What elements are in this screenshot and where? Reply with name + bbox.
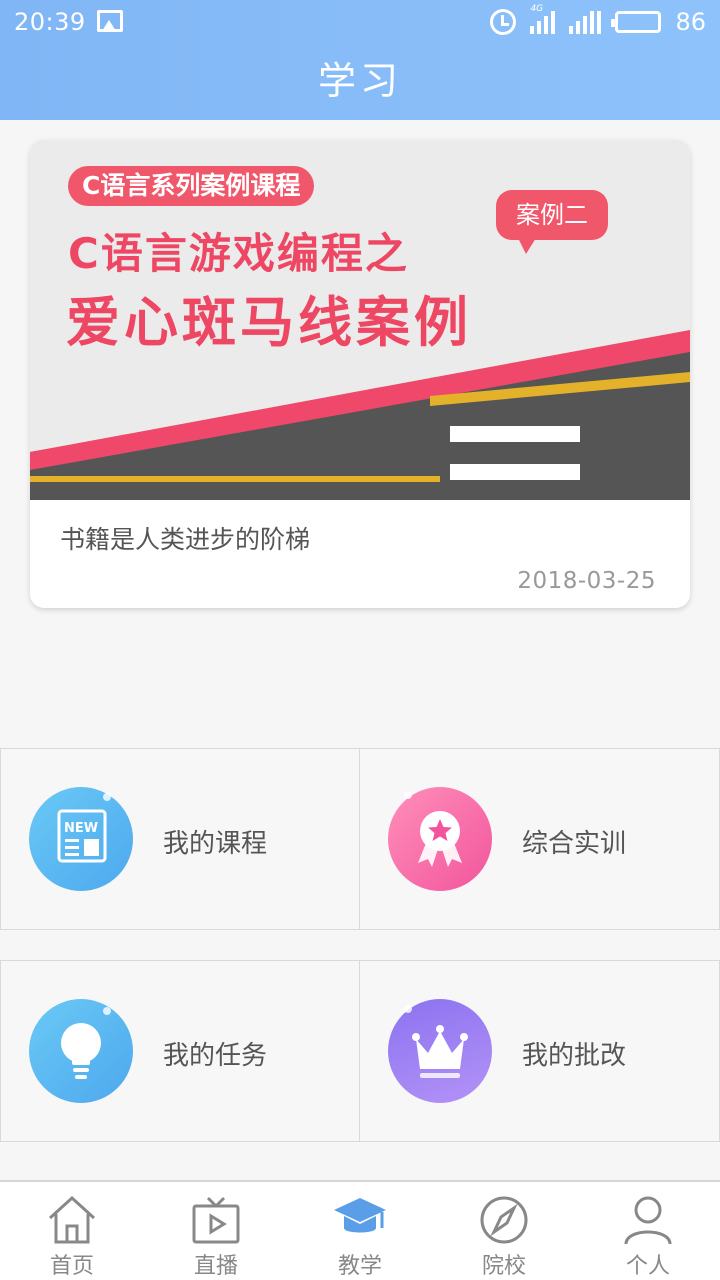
feature-label: 综合实训 xyxy=(522,829,627,859)
tv-icon xyxy=(192,1196,240,1244)
battery-icon xyxy=(611,11,662,33)
banner-image: C语言系列案例课程 案例二 C语言游戏编程之 爱心斑马线案例 xyxy=(30,140,690,500)
compass-icon xyxy=(480,1196,528,1244)
feature-row: NEW 我的课程 综合实训 xyxy=(0,748,720,930)
feature-my-grading[interactable]: 我的批改 xyxy=(360,961,720,1141)
bottom-tab-bar: 首页 直播 教学 院校 个人 xyxy=(0,1180,720,1280)
case-tag: 案例二 xyxy=(496,190,608,254)
crown-icon xyxy=(388,999,492,1103)
alarm-icon xyxy=(490,9,517,35)
tab-personal[interactable]: 个人 xyxy=(576,1182,720,1280)
banner-headline: C语言游戏编程之 xyxy=(68,229,409,278)
page-title: 学习 xyxy=(317,59,402,103)
feature-label: 我的课程 xyxy=(163,829,268,859)
tab-label: 首页 xyxy=(49,1254,94,1279)
tab-live[interactable]: 直播 xyxy=(144,1182,288,1280)
banner-subheadline: 爱心斑马线案例 xyxy=(66,291,472,354)
card-caption: 书籍是人类进步的阶梯 xyxy=(60,525,311,554)
signal-icon xyxy=(569,10,602,34)
feature-my-tasks[interactable]: 我的任务 xyxy=(0,961,360,1141)
medal-icon xyxy=(388,787,492,891)
lightbulb-icon xyxy=(29,999,133,1103)
graduation-cap-icon xyxy=(334,1198,386,1233)
feature-my-courses[interactable]: NEW 我的课程 xyxy=(0,749,360,929)
feature-row: 我的任务 我的批改 xyxy=(0,960,720,1142)
svg-text:NEW: NEW xyxy=(64,821,98,836)
app-header: 20:39 4G 86 学习 xyxy=(0,0,720,120)
tab-label: 教学 xyxy=(337,1254,382,1279)
image-notification-icon xyxy=(97,10,123,32)
tab-label: 院校 xyxy=(481,1254,526,1279)
feature-training[interactable]: 综合实训 xyxy=(360,749,720,929)
signal-4g-icon: 4G xyxy=(530,4,556,34)
battery-level: 86 xyxy=(675,8,706,36)
feature-label: 我的批改 xyxy=(522,1041,627,1071)
status-time: 20:39 xyxy=(14,8,86,36)
course-banner-card[interactable]: C语言系列案例课程 案例二 C语言游戏编程之 爱心斑马线案例 书籍是人类进步的阶… xyxy=(30,140,690,608)
tab-label: 个人 xyxy=(625,1254,670,1279)
home-icon xyxy=(48,1195,96,1244)
tab-schools[interactable]: 院校 xyxy=(432,1182,576,1280)
person-icon xyxy=(624,1196,672,1245)
network-type: 4G xyxy=(530,4,544,14)
feature-label: 我的任务 xyxy=(163,1041,268,1071)
card-date: 2018-03-25 xyxy=(517,568,656,594)
status-bar: 20:39 4G 86 xyxy=(0,0,720,46)
series-tag: C语言系列案例课程 xyxy=(68,166,315,206)
news-icon: NEW xyxy=(29,787,133,891)
tab-label: 直播 xyxy=(193,1254,238,1279)
tab-home[interactable]: 首页 xyxy=(0,1182,144,1280)
tab-teaching[interactable]: 教学 xyxy=(288,1182,432,1280)
